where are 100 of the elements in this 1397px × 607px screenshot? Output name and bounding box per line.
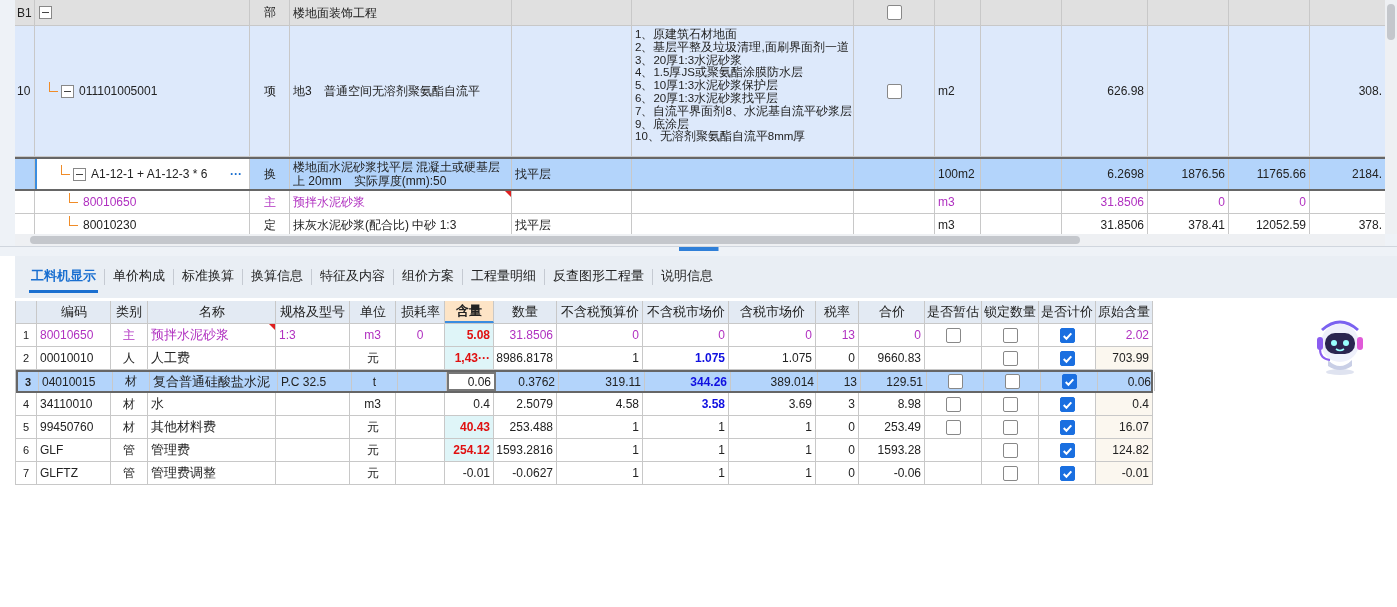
table-cell: 1 <box>643 462 729 484</box>
tab[interactable]: 说明信息 <box>659 261 715 293</box>
tab[interactable]: 反查图形工程量 <box>551 261 646 293</box>
tab[interactable]: 特征及内容 <box>318 261 387 293</box>
column-header[interactable]: 是否计价 <box>1039 301 1096 323</box>
table-row[interactable]: 10 011101005001 项 地3 普通空间无溶剂聚氨酯自流平 1、原建筑石材地面 2、基层平整及垃圾清理,面刷界面剂一道 3、20厚1:3水泥砂浆 4、1.5厚JS或聚氨酯涂膜防水层 5、10厚1:3水泥砂浆保护层 6、20厚1:3水泥砂浆找平层 7、自流平界面剂8、水泥基自流平砂浆层 9、底涂层 10、无溶剂聚氨酯自流平8mm厚 m2 626.98 308. <box>15 26 1385 157</box>
table-row[interactable]: 5 99450760 材 其他材料费 元 40.43 253.488 1 1 1 0 253.49 16.07 <box>16 416 1153 439</box>
table-cell: 00010010 <box>37 347 111 369</box>
column-header[interactable]: 规格及型号 <box>276 301 350 323</box>
column-header[interactable]: 锁定数量 <box>982 301 1039 323</box>
table-row[interactable]: 7 GLFTZ 管 管理费调整 元 -0.01 -0.0627 1 1 1 0 -0.06 -0.01 <box>16 462 1153 485</box>
table-cell: 12052.59 <box>1255 218 1306 232</box>
item-name: 楼地面水泥砂浆找平层 混凝土或硬基层上 20mm 实际厚度(mm):50 <box>293 160 502 188</box>
column-header[interactable]: 不含税市场价 <box>643 301 729 323</box>
table-row[interactable]: 80010650 主 预拌水泥砂浆 m3 31.8506 0 0 <box>15 191 1385 214</box>
checkbox[interactable] <box>1004 374 1020 389</box>
checkbox[interactable] <box>1002 327 1018 343</box>
table-cell: -0.01 <box>1096 462 1153 484</box>
checkbox[interactable] <box>1002 419 1018 435</box>
column-header[interactable]: 含量 <box>445 301 494 323</box>
table-cell: 管 <box>111 462 148 484</box>
column-header[interactable]: 是否暂估 <box>925 301 982 323</box>
column-header[interactable]: 合价 <box>859 301 925 323</box>
column-header[interactable]: 含税市场价 <box>729 301 816 323</box>
table-cell[interactable]: 254.12 <box>445 439 494 461</box>
column-header[interactable]: 不含税预算价 <box>557 301 643 323</box>
tab[interactable]: 组价方案 <box>400 261 456 293</box>
table-cell: 0 <box>816 462 859 484</box>
table-cell: 0 <box>643 324 729 346</box>
table-cell: 3 <box>816 393 859 415</box>
collapse-toggle[interactable] <box>61 84 74 98</box>
collapse-toggle[interactable] <box>39 6 52 19</box>
tree-line <box>69 192 78 203</box>
more-button[interactable]: ··· <box>226 167 246 181</box>
item-type: 换 <box>263 165 276 183</box>
checkbox[interactable] <box>886 5 902 20</box>
table-cell: 3.69 <box>729 393 816 415</box>
column-header[interactable]: 名称 <box>148 301 276 323</box>
splitter-handle[interactable] <box>678 247 719 251</box>
row-number: 3 <box>18 372 39 391</box>
column-header[interactable]: 单位 <box>350 301 396 323</box>
item-type: 主 <box>263 193 276 211</box>
checkbox[interactable] <box>1059 327 1075 343</box>
checkbox[interactable] <box>947 374 963 389</box>
table-cell[interactable]: 0.06 <box>447 372 496 391</box>
table-row[interactable]: B1 部 楼地面装饰工程 <box>15 0 1385 26</box>
table-cell[interactable]: 5.08 <box>445 324 494 346</box>
table-row[interactable]: 6 GLF 管 管理费 元 254.12 1593.2816 1 1 1 0 1593.28 124.82 <box>16 439 1153 462</box>
checkbox[interactable] <box>945 396 961 412</box>
table-cell[interactable]: 0.4 <box>445 393 494 415</box>
row-number: 5 <box>16 416 37 438</box>
table-cell: 0.06 <box>1098 372 1155 391</box>
table-cell: 308. <box>1358 84 1382 98</box>
checkbox[interactable] <box>1061 374 1077 389</box>
row-number: 10 <box>17 84 31 98</box>
table-cell: 378. <box>1358 218 1382 232</box>
tab[interactable]: 工程量明细 <box>469 261 538 293</box>
column-header[interactable]: 数量 <box>494 301 557 323</box>
checkbox[interactable] <box>1059 350 1075 366</box>
collapse-toggle[interactable] <box>73 167 86 181</box>
horizontal-scrollbar[interactable] <box>15 234 1385 246</box>
column-header[interactable]: 税率 <box>816 301 859 323</box>
checkbox[interactable] <box>1002 442 1018 458</box>
table-cell[interactable]: -0.01 <box>445 462 494 484</box>
checkbox[interactable] <box>1059 442 1075 458</box>
table-cell: 11765.66 <box>1256 167 1306 181</box>
checkbox[interactable] <box>886 83 902 99</box>
checkbox[interactable] <box>1059 396 1075 412</box>
checkbox[interactable] <box>1002 396 1018 412</box>
table-row[interactable]: 3 04010015 材 复合普通硅酸盐水泥 P.C 32.5 t 0.06 0.3762 319.11 344.26 389.014 13 129.51 0.06 <box>16 370 1153 393</box>
table-cell: 2184. <box>1351 167 1382 181</box>
table-cell[interactable]: 1,43··· <box>445 347 494 369</box>
table-row[interactable]: A1-12-1 + A1-12-3 * 6 ··· 换 楼地面水泥砂浆找平层 混凝土或硬基层上 20mm 实际厚度(mm):50 找平层 100m2 6.2698 1876.56 11765.66 2184. <box>15 157 1385 191</box>
tab[interactable]: 标准换算 <box>180 261 236 293</box>
table-row[interactable]: 4 34110010 材 水 m3 0.4 2.5079 4.58 3.58 3.69 3 8.98 0.4 <box>16 393 1153 416</box>
table-cell: 9660.83 <box>859 347 925 369</box>
checkbox[interactable] <box>1059 419 1075 435</box>
column-header[interactable]: 编码 <box>37 301 111 323</box>
item-type: 定 <box>263 216 276 234</box>
tab[interactable]: 单价构成 <box>111 261 167 293</box>
checkbox[interactable] <box>1059 465 1075 481</box>
column-header[interactable]: 原始含量 <box>1096 301 1153 323</box>
tab[interactable]: 工料机显示 <box>29 261 98 293</box>
tab[interactable]: 换算信息 <box>249 261 305 293</box>
table-cell: m3 <box>350 324 396 346</box>
checkbox[interactable] <box>945 419 961 435</box>
checkbox[interactable] <box>1002 465 1018 481</box>
vertical-scrollbar[interactable] <box>1385 0 1397 234</box>
table-cell[interactable]: 40.43 <box>445 416 494 438</box>
checkbox[interactable] <box>1002 350 1018 366</box>
row-number: B1 <box>17 5 32 20</box>
table-cell: 材 <box>111 416 148 438</box>
column-header[interactable]: 类别 <box>111 301 148 323</box>
table-cell: 材 <box>113 372 150 391</box>
unit-text: m3 <box>938 218 955 232</box>
table-cell: 4.58 <box>557 393 643 415</box>
table-row[interactable]: 1 80010650 主 预拌水泥砂浆 1:3 m3 0 5.08 31.8506 0 0 0 13 0 2.02 <box>16 324 1153 347</box>
item-code: 80010230 <box>83 218 137 232</box>
table-cell: 253.488 <box>494 416 557 438</box>
checkbox[interactable] <box>945 327 961 343</box>
